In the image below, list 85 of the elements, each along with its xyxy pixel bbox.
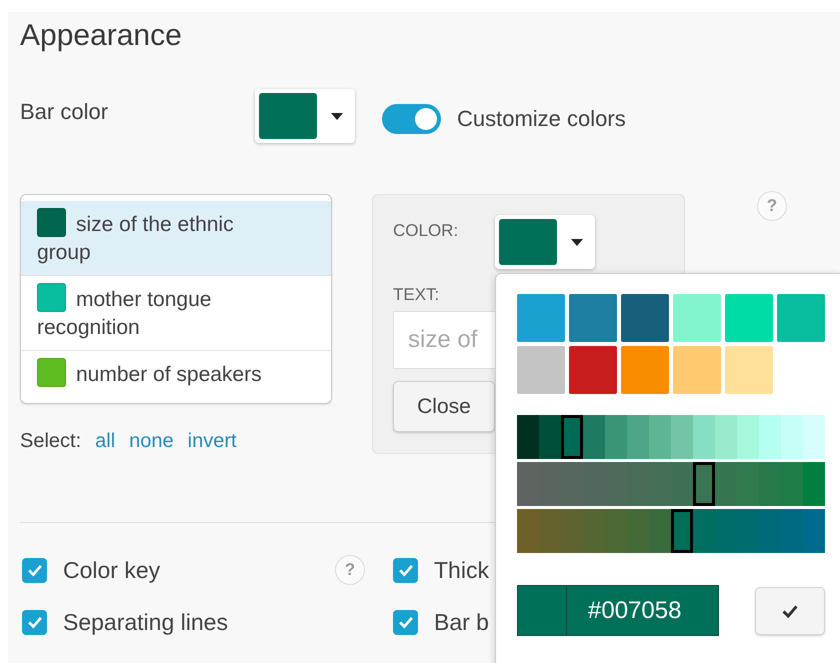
color-swatch[interactable] bbox=[781, 415, 803, 459]
color-swatch[interactable] bbox=[621, 346, 669, 394]
color-swatch[interactable] bbox=[569, 346, 617, 394]
color-swatch[interactable] bbox=[627, 415, 649, 459]
color-swatch[interactable] bbox=[725, 294, 773, 342]
color-swatch[interactable] bbox=[777, 294, 825, 342]
confirm-button[interactable] bbox=[755, 586, 825, 634]
color-swatch[interactable] bbox=[803, 462, 825, 506]
option-label: Bar b bbox=[434, 608, 489, 636]
color-swatch[interactable] bbox=[583, 462, 605, 506]
color-swatch[interactable] bbox=[561, 509, 583, 553]
color-swatch[interactable] bbox=[671, 462, 693, 506]
color-swatch[interactable] bbox=[759, 415, 781, 459]
series-label: size of the ethnic group bbox=[37, 213, 234, 264]
color-swatch[interactable] bbox=[759, 462, 781, 506]
checkbox[interactable] bbox=[393, 610, 418, 634]
color-swatch[interactable] bbox=[673, 294, 721, 342]
color-swatch[interactable] bbox=[759, 509, 781, 553]
color-swatch[interactable] bbox=[693, 509, 715, 553]
field-label: Bar color bbox=[20, 99, 110, 125]
series-item[interactable]: size of the ethnic group bbox=[21, 201, 331, 276]
color-swatch[interactable] bbox=[583, 509, 605, 553]
color-swatch[interactable] bbox=[649, 462, 671, 506]
hex-value: #007058 bbox=[588, 596, 682, 624]
color-swatch[interactable] bbox=[569, 294, 617, 342]
color-swatch[interactable] bbox=[517, 415, 539, 459]
series-item[interactable]: mother tongue recognition bbox=[21, 276, 331, 351]
color-swatch[interactable] bbox=[627, 509, 649, 553]
color-swatch[interactable] bbox=[605, 462, 627, 506]
color-swatch[interactable] bbox=[737, 509, 759, 553]
option-label: Thick bbox=[434, 556, 489, 584]
color-swatch[interactable] bbox=[539, 415, 561, 459]
color-swatch[interactable] bbox=[781, 462, 803, 506]
series-item[interactable]: number of speakers bbox=[21, 351, 331, 397]
color-swatch[interactable] bbox=[671, 509, 693, 553]
close-button[interactable]: Close bbox=[393, 381, 495, 432]
color-swatch[interactable] bbox=[781, 509, 803, 553]
select-link[interactable]: all bbox=[95, 430, 116, 453]
toggle-label: Customize colors bbox=[457, 106, 626, 132]
toggle-switch[interactable] bbox=[382, 104, 441, 134]
caret-icon bbox=[571, 238, 583, 246]
color-swatch[interactable] bbox=[561, 462, 583, 506]
color-swatch[interactable] bbox=[649, 509, 671, 553]
color-swatch[interactable] bbox=[803, 509, 825, 553]
color-swatch[interactable] bbox=[605, 509, 627, 553]
color-swatch[interactable] bbox=[517, 346, 565, 394]
color-swatch[interactable] bbox=[605, 415, 627, 459]
color-swatch[interactable] bbox=[517, 462, 539, 506]
select-link[interactable]: invert bbox=[188, 430, 237, 453]
series-label: mother tongue recognition bbox=[37, 288, 212, 339]
option-label: Color key bbox=[63, 556, 160, 584]
color-swatch[interactable] bbox=[583, 415, 605, 459]
color-swatch[interactable] bbox=[671, 415, 693, 459]
select-link[interactable]: none bbox=[129, 430, 174, 453]
color-swatch[interactable] bbox=[803, 415, 825, 459]
checkbox[interactable] bbox=[22, 558, 47, 582]
color-swatch[interactable] bbox=[539, 462, 561, 506]
caret-icon bbox=[331, 112, 343, 120]
color-swatch[interactable] bbox=[737, 415, 759, 459]
color-swatch[interactable] bbox=[715, 462, 737, 506]
checkbox[interactable] bbox=[393, 558, 418, 582]
checkbox[interactable] bbox=[22, 610, 47, 634]
color-swatch[interactable] bbox=[673, 346, 721, 394]
color-swatch[interactable] bbox=[737, 462, 759, 506]
color-swatch[interactable] bbox=[693, 415, 715, 459]
color-swatch[interactable] bbox=[715, 509, 737, 553]
color-dropdown[interactable] bbox=[255, 89, 355, 143]
color-label: COLOR: bbox=[393, 221, 460, 241]
color-swatch[interactable] bbox=[715, 415, 737, 459]
color-swatch[interactable] bbox=[621, 294, 669, 342]
color-swatch[interactable] bbox=[725, 346, 773, 394]
color-swatch[interactable] bbox=[649, 415, 671, 459]
series-label: number of speakers bbox=[76, 363, 262, 386]
color-swatch[interactable] bbox=[627, 462, 649, 506]
text-label: TEXT: bbox=[393, 285, 440, 305]
color-dropdown[interactable] bbox=[495, 215, 595, 269]
option-label: Separating lines bbox=[63, 608, 228, 636]
select-label: Select: bbox=[20, 430, 82, 453]
hex-field[interactable]: #007058 bbox=[517, 585, 719, 636]
color-swatch[interactable] bbox=[517, 294, 565, 342]
color-swatch[interactable] bbox=[517, 509, 539, 553]
section-title: Appearance bbox=[20, 18, 183, 54]
color-swatch[interactable] bbox=[539, 509, 561, 553]
color-swatch[interactable] bbox=[561, 415, 583, 459]
color-swatch[interactable] bbox=[693, 462, 715, 506]
